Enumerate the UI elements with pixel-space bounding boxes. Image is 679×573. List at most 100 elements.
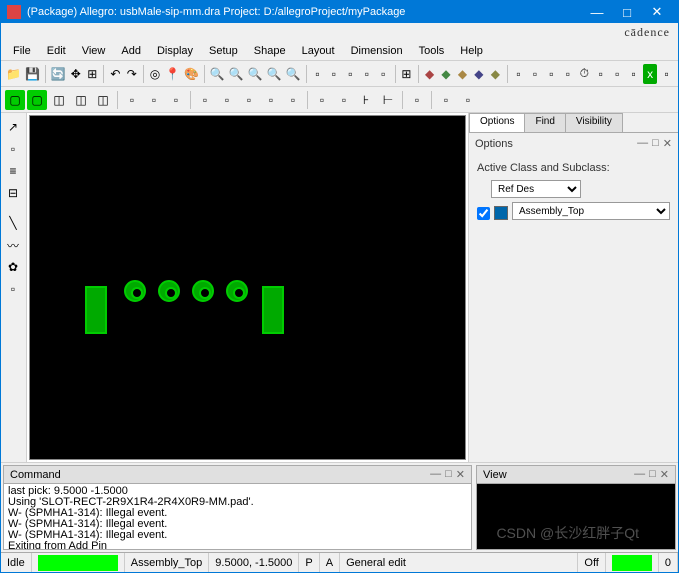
s14-icon[interactable]: ▫ — [312, 90, 332, 110]
t2-icon[interactable]: ▫ — [528, 64, 542, 84]
t7-icon[interactable]: ▫ — [610, 64, 624, 84]
view-min-icon[interactable]: — — [634, 468, 645, 481]
s17-icon[interactable]: ⊢ — [378, 90, 398, 110]
redo-icon[interactable]: ↷ — [125, 64, 139, 84]
close-button[interactable]: ✕ — [642, 1, 672, 23]
status-a[interactable]: A — [320, 553, 340, 572]
zoom-fit-icon[interactable]: 🔍 — [247, 64, 264, 84]
tab-find[interactable]: Find — [524, 113, 565, 132]
t9-icon[interactable]: x — [643, 64, 657, 84]
t1-icon[interactable]: ▫ — [511, 64, 525, 84]
s8-icon[interactable]: ▫ — [166, 90, 186, 110]
s11-icon[interactable]: ▫ — [239, 90, 259, 110]
subclass-checkbox[interactable] — [477, 207, 490, 220]
tab-options[interactable]: Options — [469, 113, 525, 132]
target-icon[interactable]: ◎ — [148, 64, 162, 84]
cmd-min-icon[interactable]: — — [430, 468, 441, 481]
minimize-button[interactable]: — — [582, 1, 612, 23]
t5-icon[interactable]: ⏱ — [577, 64, 591, 84]
tab-visibility[interactable]: Visibility — [565, 113, 623, 132]
lt4-icon[interactable]: ⊟ — [3, 183, 23, 203]
pin-icon[interactable]: 📍 — [164, 64, 181, 84]
undo-icon[interactable]: ↶ — [108, 64, 122, 84]
menu-add[interactable]: Add — [113, 43, 149, 59]
pad-circle-4[interactable] — [226, 280, 248, 302]
s7-icon[interactable]: ▫ — [144, 90, 164, 110]
t8-icon[interactable]: ▫ — [626, 64, 640, 84]
design-canvas[interactable] — [29, 115, 466, 460]
s4-icon[interactable]: ◫ — [71, 90, 91, 110]
cmd-max-icon[interactable]: □ — [445, 468, 452, 481]
t3-icon[interactable]: ▫ — [544, 64, 558, 84]
s15-icon[interactable]: ▫ — [334, 90, 354, 110]
cmd-close-icon[interactable]: ✕ — [456, 468, 465, 481]
subclass-select[interactable]: Assembly_Top — [512, 202, 670, 220]
panel-max-icon[interactable]: □ — [652, 137, 659, 150]
window-icon[interactable]: ⊞ — [85, 64, 99, 84]
zoom-out-icon[interactable]: 🔍 — [228, 64, 245, 84]
view-close-icon[interactable]: ✕ — [660, 468, 669, 481]
status-p[interactable]: P — [299, 553, 319, 572]
color-icon[interactable]: 🎨 — [183, 64, 200, 84]
maximize-button[interactable]: □ — [612, 1, 642, 23]
s20-icon[interactable]: ▫ — [458, 90, 478, 110]
s19-icon[interactable]: ▫ — [436, 90, 456, 110]
menu-layout[interactable]: Layout — [294, 43, 343, 59]
zoom-sel-icon[interactable]: 🔍 — [285, 64, 302, 84]
lt2-icon[interactable]: ▫ — [3, 139, 23, 159]
zoom-in-icon[interactable]: 🔍 — [209, 64, 226, 84]
m1-icon[interactable]: ◆ — [422, 64, 436, 84]
tool-e-icon[interactable]: ▫ — [376, 64, 390, 84]
command-log[interactable]: last pick: 9.5000 -1.5000 Using 'SLOT-RE… — [4, 484, 471, 549]
menu-help[interactable]: Help — [452, 43, 491, 59]
tool-c-icon[interactable]: ▫ — [343, 64, 357, 84]
menu-view[interactable]: View — [74, 43, 114, 59]
view-max-icon[interactable]: □ — [649, 468, 656, 481]
lt1-icon[interactable]: ↗ — [3, 117, 23, 137]
view-canvas[interactable] — [477, 484, 675, 549]
panel-min-icon[interactable]: — — [637, 137, 648, 150]
t4-icon[interactable]: ▫ — [561, 64, 575, 84]
s6-icon[interactable]: ▫ — [122, 90, 142, 110]
subclass-color-swatch[interactable] — [494, 206, 508, 220]
s5-icon[interactable]: ◫ — [93, 90, 113, 110]
zoom-prev-icon[interactable]: 🔍 — [266, 64, 283, 84]
menu-dimension[interactable]: Dimension — [343, 43, 411, 59]
lt8-icon[interactable]: ▫ — [3, 279, 23, 299]
tool-a-icon[interactable]: ▫ — [310, 64, 324, 84]
pad-circle-1[interactable] — [124, 280, 146, 302]
m4-icon[interactable]: ◆ — [472, 64, 486, 84]
lt7-icon[interactable]: ✿ — [3, 257, 23, 277]
m3-icon[interactable]: ◆ — [455, 64, 469, 84]
s13-icon[interactable]: ▫ — [283, 90, 303, 110]
m5-icon[interactable]: ◆ — [488, 64, 502, 84]
menu-tools[interactable]: Tools — [411, 43, 453, 59]
class-select[interactable]: Ref Des — [491, 180, 581, 198]
menu-edit[interactable]: Edit — [39, 43, 74, 59]
t6-icon[interactable]: ▫ — [594, 64, 608, 84]
tool-b-icon[interactable]: ▫ — [327, 64, 341, 84]
s2-icon[interactable]: ▢ — [27, 90, 47, 110]
s12-icon[interactable]: ▫ — [261, 90, 281, 110]
open-icon[interactable]: 📁 — [5, 64, 22, 84]
menu-display[interactable]: Display — [149, 43, 201, 59]
menu-file[interactable]: File — [5, 43, 39, 59]
s9-icon[interactable]: ▫ — [195, 90, 215, 110]
save-icon[interactable]: 💾 — [24, 64, 41, 84]
panel-close-icon[interactable]: ✕ — [663, 137, 672, 150]
pad-circle-2[interactable] — [158, 280, 180, 302]
lt5-icon[interactable]: ╲ — [3, 213, 23, 233]
t10-icon[interactable]: ▫ — [659, 64, 673, 84]
grid-icon[interactable]: ⊞ — [399, 64, 413, 84]
s18-icon[interactable]: ▫ — [407, 90, 427, 110]
s16-icon[interactable]: ⊦ — [356, 90, 376, 110]
lt3-icon[interactable]: ≡ — [3, 161, 23, 181]
menu-setup[interactable]: Setup — [201, 43, 246, 59]
pad-rect-1[interactable] — [85, 286, 107, 334]
s10-icon[interactable]: ▫ — [217, 90, 237, 110]
s3-icon[interactable]: ◫ — [49, 90, 69, 110]
pad-circle-3[interactable] — [192, 280, 214, 302]
m2-icon[interactable]: ◆ — [439, 64, 453, 84]
cycle-icon[interactable]: 🔄 — [50, 64, 67, 84]
lt6-icon[interactable]: 〰 — [3, 235, 23, 255]
